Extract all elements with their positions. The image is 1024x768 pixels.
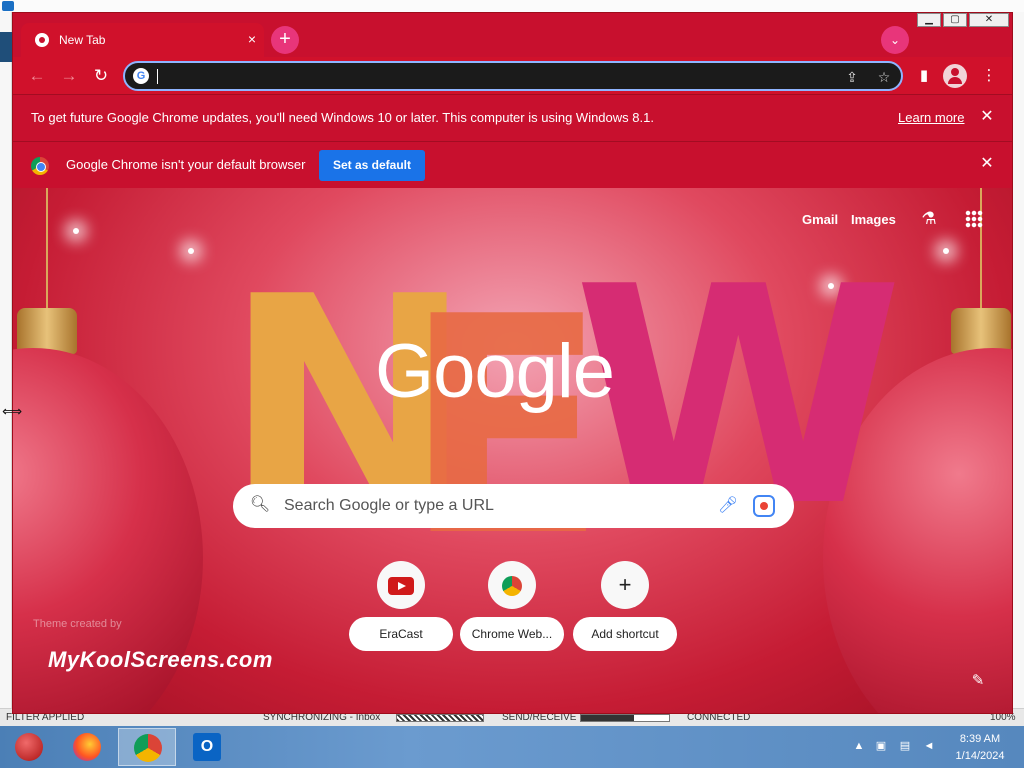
chrome-labs-icon[interactable]: ⚗ [918,208,940,230]
shortcut-label: Add shortcut [573,617,677,651]
chrome-window: New Tab × + ⌄ ▁ ▢ ✕ ← → ↻ G ⇪ ☆ ▮ ⋮ To g… [12,12,1013,714]
update-infobar: To get future Google Chrome updates, you… [13,94,1012,141]
chrome-web-store-icon [488,561,536,609]
text-caret [157,69,158,84]
google-apps-icon[interactable] [965,210,983,228]
background-outlook-right-edge [1013,12,1024,708]
images-link[interactable]: Images [851,212,896,227]
windows-taskbar: O [0,726,1024,768]
sync-progress-bar [396,714,484,722]
add-shortcut-tile[interactable]: + Add shortcut [573,561,677,651]
tab-new-tab[interactable]: New Tab × [21,23,264,57]
background-outlook-left-pane [0,12,12,708]
learn-more-link[interactable]: Learn more [898,110,964,125]
sparkle-decoration [943,248,949,254]
tab-search-button[interactable]: ⌄ [881,26,909,54]
new-tab-button[interactable]: + [271,26,299,54]
clock-date: 1/14/2024 [955,750,1005,762]
chrome-icon [134,734,162,762]
sparkle-decoration [73,228,79,234]
search-icon: 🔍︎ [249,496,271,513]
default-browser-infobar: Google Chrome isn't your default browser… [13,141,1012,188]
browser-toolbar: ← → ↻ G ⇪ ☆ ▮ ⋮ [13,57,1012,94]
close-window-button[interactable]: ✕ [969,13,1009,27]
new-tab-page: N E W Gmail Images ⚗ Google 🔍︎ 🎤︎ EraCas… [13,188,1012,713]
customize-pencil-icon[interactable]: ✎ [968,671,988,691]
side-panel-button[interactable]: ▮ [912,64,936,88]
send-receive-progress-bar [580,714,670,722]
minimize-button[interactable]: ▁ [917,13,941,27]
ornament-string [46,188,48,313]
window-controls: ▁ ▢ ✕ [917,13,1011,29]
outlook-icon: O [193,733,221,761]
profile-avatar-icon[interactable] [943,64,967,88]
ntp-search-box[interactable]: 🔍︎ 🎤︎ [233,484,794,528]
taskbar-firefox[interactable] [58,728,116,766]
watermark-text: MyKoolScreens.com [48,647,273,672]
default-infobar-close-icon[interactable]: ✕ [977,154,997,174]
set-as-default-button[interactable]: Set as default [319,150,425,181]
reload-button[interactable]: ↻ [89,64,113,88]
taskbar-clock[interactable]: 8:39 AM 1/14/2024 [942,731,1018,765]
shortcut-tile[interactable]: EraCast [349,561,453,651]
shortcut-label: Chrome Web... [460,617,564,651]
sparkle-decoration [188,248,194,254]
google-lens-icon[interactable] [753,495,775,517]
plus-icon: + [601,561,649,609]
chrome-titlebar[interactable]: New Tab × + ⌄ ▁ ▢ ✕ [13,13,1012,57]
forward-button[interactable]: → [57,64,81,88]
maximize-button[interactable]: ▢ [943,13,967,27]
background-outlook-titlebar [0,0,1024,12]
shortcut-label: EraCast [349,617,453,651]
ornament-cap [951,308,1011,354]
action-center-icon[interactable]: ▣ [874,739,888,753]
google-logo: Google [375,329,615,414]
taskbar-chrome[interactable] [118,728,176,766]
gmail-link[interactable]: Gmail [802,212,838,227]
update-infobar-close-icon[interactable]: ✕ [977,107,997,127]
omnibox[interactable]: G ⇪ ☆ [123,61,903,91]
tab-close-icon[interactable]: × [243,30,261,48]
tab-title: New Tab [59,33,106,47]
taskbar-ornament-app[interactable] [0,728,58,766]
update-message: To get future Google Chrome updates, you… [31,110,654,125]
back-button[interactable]: ← [25,64,49,88]
theme-credit[interactable]: Theme created by [33,618,122,630]
firefox-icon [73,733,101,761]
chrome-menu-button[interactable]: ⋮ [977,64,1001,88]
ornament-cap [17,308,77,354]
youtube-icon [377,561,425,609]
resize-cursor-icon: ⟺ [2,403,23,419]
volume-muted-icon[interactable]: ◄ [922,739,936,753]
background-outlook-accent [0,32,12,62]
bookmark-star-icon[interactable]: ☆ [873,66,895,88]
address-bar-input[interactable] [163,66,803,86]
network-icon[interactable]: ▤ [898,739,912,753]
clock-time: 8:39 AM [959,733,1001,745]
chrome-favicon-icon [35,33,49,47]
share-icon[interactable]: ⇪ [841,66,863,88]
ornament-string [980,188,982,313]
search-input[interactable] [284,496,704,516]
chrome-logo-icon [31,157,49,175]
google-g-icon: G [133,68,149,84]
outlook-small-icon [2,1,14,11]
show-hidden-icons-icon[interactable]: ▲ [852,739,866,753]
ornament-app-icon [15,733,43,761]
taskbar-outlook[interactable]: O [178,728,236,766]
microphone-icon[interactable]: 🎤︎ [717,495,739,517]
shortcut-tile[interactable]: Chrome Web... [460,561,564,651]
default-browser-message: Google Chrome isn't your default browser [66,157,306,172]
